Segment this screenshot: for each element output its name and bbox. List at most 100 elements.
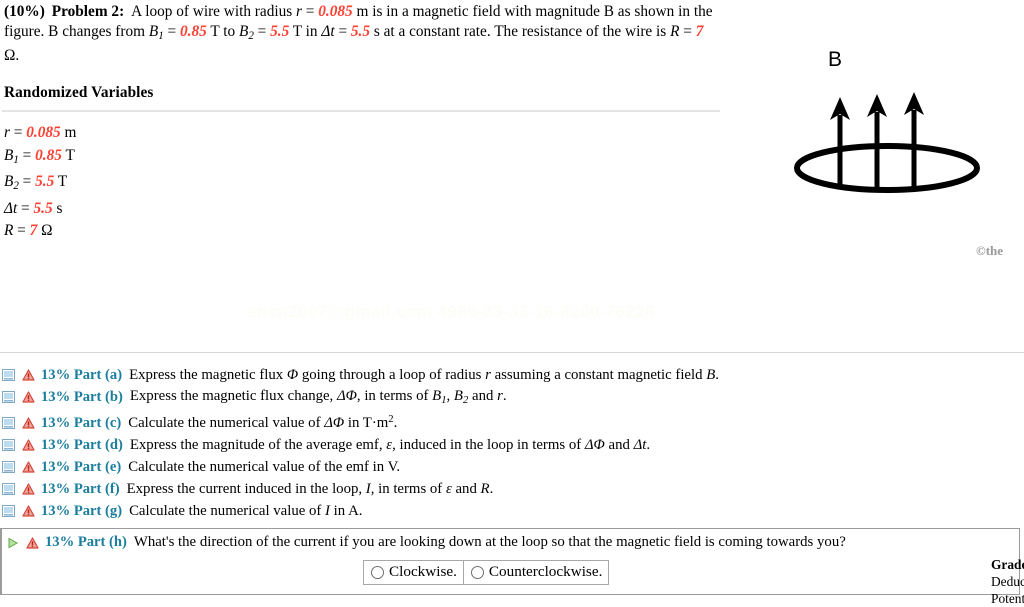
- variable-unit: Ω: [37, 222, 53, 240]
- warning-triangle-icon: [22, 391, 35, 403]
- part-label-b: 13% Part (b): [41, 388, 123, 405]
- randomized-variables-heading: Randomized Variables: [4, 84, 154, 101]
- part-row-a[interactable]: 13% Part (a) Express the magnetic flux Φ …: [0, 364, 1024, 386]
- problem-parts-list: 13% Part (a) Express the magnetic flux Φ …: [0, 364, 1024, 522]
- statement-text-5: resistance of the wire is: [521, 22, 671, 40]
- part-label-d: 13% Part (d): [41, 436, 123, 453]
- choice-label-counterclockwise: Counterclockwise.: [488, 563, 603, 580]
- collapsed-section-icon[interactable]: [2, 439, 15, 451]
- radio-button-clockwise[interactable]: [371, 565, 384, 579]
- variable-unit: T: [54, 173, 68, 191]
- problem-weight: (10%): [4, 3, 45, 20]
- variable-value: 0.085: [26, 124, 61, 141]
- variable-symbol: B: [4, 146, 14, 164]
- variable-symbol: R: [4, 222, 14, 240]
- variable-unit: m: [60, 124, 77, 141]
- part-text-a: Express the magnetic flux Φ going throug…: [129, 366, 719, 383]
- warning-triangle-icon: [22, 439, 35, 451]
- magnetic-field-loop-figure: B: [790, 40, 1024, 210]
- part-row-d[interactable]: 13% Part (d) Express the magnitude of the…: [0, 434, 1024, 456]
- part-text-b: Express the magnetic flux change, ΔΦ, in…: [129, 388, 507, 406]
- choice-counterclockwise[interactable]: Counterclockwise.: [462, 561, 608, 584]
- statement-text-2: m is in a magnetic field with magnitude …: [352, 3, 614, 20]
- warning-triangle-icon: [26, 536, 39, 549]
- grade-summary-panel: Grade Summary Deductions Potential: [991, 556, 1024, 607]
- value-b2: 5.5: [270, 22, 290, 40]
- equals-5: =: [679, 22, 696, 40]
- part-text-g: Calculate the numerical value of I in A.: [129, 502, 363, 519]
- parts-section-divider: [0, 352, 1024, 353]
- variable-symbol: Δt: [4, 199, 18, 217]
- variable-unit: s: [52, 199, 63, 217]
- value-b1: 0.85: [180, 22, 207, 40]
- part-row-b[interactable]: 13% Part (b) Express the magnetic flux ch…: [0, 386, 1024, 408]
- unit-t-2: T in: [289, 22, 322, 40]
- part-row-c[interactable]: 13% Part (c) Calculate the numerical valu…: [0, 412, 1024, 434]
- part-text-d: Express the magnitude of the average emf…: [129, 436, 651, 453]
- problem-statement: (10%) Problem 2: A loop of wire with radiu…: [4, 2, 720, 66]
- variable-symbol: B: [4, 173, 14, 191]
- part-row-e[interactable]: 13% Part (e) Calculate the numerical valu…: [0, 456, 1024, 478]
- variable-equals: =: [18, 173, 36, 191]
- part-text-f: Express the current induced in the loop,…: [126, 480, 494, 497]
- copyright-watermark: ©the: [976, 243, 1004, 258]
- variable-value: 5.5: [35, 173, 55, 191]
- randomized-variable-row: B2 = 5.5 T: [4, 173, 68, 193]
- randomized-variables-divider: [2, 110, 720, 112]
- figure-graphic: [794, 92, 980, 193]
- part-row-f[interactable]: 13% Part (f) Express the current induced …: [0, 478, 1024, 500]
- value-delta-t: 5.5: [350, 22, 371, 40]
- radio-button-counterclockwise[interactable]: [470, 565, 484, 579]
- warning-triangle-icon: [22, 483, 35, 495]
- collapsed-section-icon[interactable]: [2, 417, 15, 429]
- choice-clockwise[interactable]: Clockwise.: [364, 561, 463, 584]
- part-text-c: Calculate the numerical value of ΔΦ in T…: [128, 414, 398, 431]
- variable-value: 5.5: [33, 199, 53, 217]
- variable-equals: =: [18, 146, 36, 164]
- statement-text-1: A loop of wire with radius: [131, 3, 297, 20]
- part-row-g[interactable]: 13% Part (g) Calculate the numerical valu…: [0, 500, 1024, 522]
- variable-equals: =: [13, 222, 30, 240]
- email-watermark: encn2007@gmail.com 4989-83-33-16-8200-76…: [247, 302, 656, 321]
- randomized-variables-list: r = 0.085 m B1 = 0.85 T B2 = 5.5 T Δt = 5.5…: [4, 122, 76, 243]
- part-label-f: 13% Part (f): [41, 480, 120, 497]
- expanded-play-icon[interactable]: [6, 537, 19, 549]
- warning-triangle-icon: [22, 505, 35, 517]
- collapsed-section-icon[interactable]: [2, 461, 15, 473]
- part-label-a: 13% Part (a): [41, 366, 123, 383]
- part-label-g: 13% Part (g): [41, 502, 123, 519]
- problem-title: Problem 2:: [51, 3, 125, 20]
- active-part-header: 13% Part (h) What's the direction of the…: [6, 534, 846, 551]
- equals-1: =: [301, 3, 319, 20]
- symbol-b1: B: [148, 22, 159, 40]
- equals-2: =: [163, 22, 180, 40]
- collapsed-section-icon[interactable]: [2, 369, 15, 381]
- choice-label-clockwise: Clockwise.: [389, 563, 457, 580]
- active-part-panel[interactable]: 13% Part (h) What's the direction of the…: [0, 528, 1020, 595]
- warning-triangle-icon: [22, 369, 35, 381]
- grade-summary-potential: Potential: [991, 591, 1024, 606]
- wire-loop-ellipse: [794, 143, 980, 193]
- equals-3: =: [253, 22, 271, 40]
- variable-equals: =: [17, 199, 34, 217]
- warning-triangle-icon: [22, 417, 35, 429]
- value-r: 0.085: [318, 3, 353, 20]
- randomized-variable-row: B1 = 0.85 T: [4, 146, 75, 166]
- variable-unit: T: [61, 146, 75, 164]
- randomized-variable-row: Δt = 5.5 s: [4, 198, 76, 221]
- collapsed-section-icon[interactable]: [2, 391, 15, 403]
- collapsed-section-icon[interactable]: [2, 505, 15, 517]
- part-label-e: 13% Part (e): [41, 458, 122, 475]
- symbol-b2: B: [238, 22, 249, 40]
- collapsed-section-icon[interactable]: [2, 483, 15, 495]
- variable-equals: =: [9, 124, 27, 141]
- value-resistance: 7: [695, 22, 704, 40]
- part-text-e: Calculate the numerical value of the emf…: [128, 458, 401, 475]
- variable-value: 0.85: [35, 146, 62, 164]
- warning-triangle-icon: [22, 461, 35, 473]
- part-label-c: 13% Part (c): [41, 414, 122, 431]
- active-part-text: What's the direction of the current if y…: [133, 534, 846, 550]
- answer-choice-group[interactable]: Clockwise. Counterclockwise.: [363, 560, 610, 585]
- grade-summary-title: Grade Summary: [991, 557, 1024, 572]
- randomized-variable-row: r = 0.085 m: [4, 122, 76, 145]
